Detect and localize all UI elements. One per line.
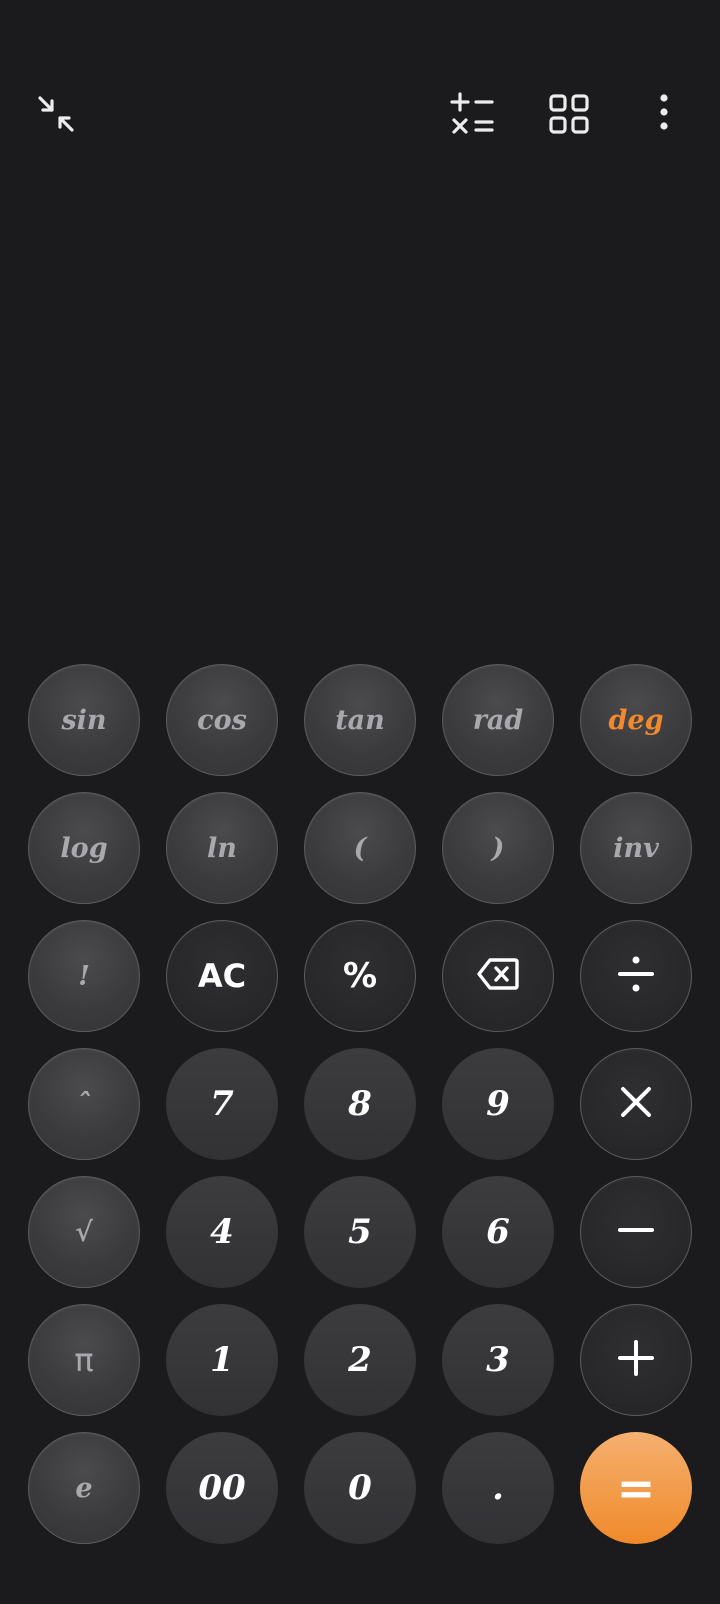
open-paren-key[interactable]: ( xyxy=(304,792,416,904)
digit-3-key[interactable]: 3 xyxy=(442,1304,554,1416)
percent-key[interactable]: % xyxy=(304,920,416,1032)
keypad-row: sin cos tan rad deg xyxy=(28,664,692,776)
divide-key[interactable] xyxy=(580,920,692,1032)
keypad-row: e 00 0 . = xyxy=(28,1432,692,1544)
more-icon[interactable] xyxy=(640,90,688,138)
decimal-key[interactable]: . xyxy=(442,1432,554,1544)
digit-5-key[interactable]: 5 xyxy=(304,1176,416,1288)
sqrt-key[interactable]: √ xyxy=(28,1176,140,1288)
add-key[interactable] xyxy=(580,1304,692,1416)
operations-icon[interactable] xyxy=(448,90,496,138)
keypad-row: log ln ( ) inv xyxy=(28,792,692,904)
euler-key[interactable]: e xyxy=(28,1432,140,1544)
digit-1-key[interactable]: 1 xyxy=(166,1304,278,1416)
pi-key[interactable]: π xyxy=(28,1304,140,1416)
close-paren-key[interactable]: ) xyxy=(442,792,554,904)
cos-key[interactable]: cos xyxy=(166,664,278,776)
plus-icon xyxy=(616,1338,656,1382)
subtract-key[interactable] xyxy=(580,1176,692,1288)
digit-4-key[interactable]: 4 xyxy=(166,1176,278,1288)
digit-9-key[interactable]: 9 xyxy=(442,1048,554,1160)
digit-8-key[interactable]: 8 xyxy=(304,1048,416,1160)
minus-icon xyxy=(616,1210,656,1254)
multiply-icon xyxy=(618,1084,654,1124)
digit-0-key[interactable]: 0 xyxy=(304,1432,416,1544)
double-zero-key[interactable]: 00 xyxy=(166,1432,278,1544)
digit-7-key[interactable]: 7 xyxy=(166,1048,278,1160)
ln-key[interactable]: ln xyxy=(166,792,278,904)
backspace-key[interactable] xyxy=(442,920,554,1032)
equals-key[interactable]: = xyxy=(580,1432,692,1544)
sin-key[interactable]: sin xyxy=(28,664,140,776)
keypad: sin cos tan rad deg log ln ( ) inv ! AC … xyxy=(28,664,692,1560)
keypad-row: ! AC % xyxy=(28,920,692,1032)
grid-icon[interactable] xyxy=(545,90,593,138)
calculator-display xyxy=(0,180,720,650)
rad-key[interactable]: rad xyxy=(442,664,554,776)
digit-2-key[interactable]: 2 xyxy=(304,1304,416,1416)
keypad-row: ˆ 7 8 9 xyxy=(28,1048,692,1160)
log-key[interactable]: log xyxy=(28,792,140,904)
backspace-icon xyxy=(476,957,520,995)
factorial-key[interactable]: ! xyxy=(28,920,140,1032)
keypad-row: π 1 2 3 xyxy=(28,1304,692,1416)
digit-6-key[interactable]: 6 xyxy=(442,1176,554,1288)
deg-key[interactable]: deg xyxy=(580,664,692,776)
inv-key[interactable]: inv xyxy=(580,792,692,904)
multiply-key[interactable] xyxy=(580,1048,692,1160)
all-clear-key[interactable]: AC xyxy=(166,920,278,1032)
top-toolbar xyxy=(0,0,720,180)
tan-key[interactable]: tan xyxy=(304,664,416,776)
power-key[interactable]: ˆ xyxy=(28,1048,140,1160)
minimize-icon[interactable] xyxy=(32,90,80,138)
keypad-row: √ 4 5 6 xyxy=(28,1176,692,1288)
divide-icon xyxy=(616,954,656,998)
